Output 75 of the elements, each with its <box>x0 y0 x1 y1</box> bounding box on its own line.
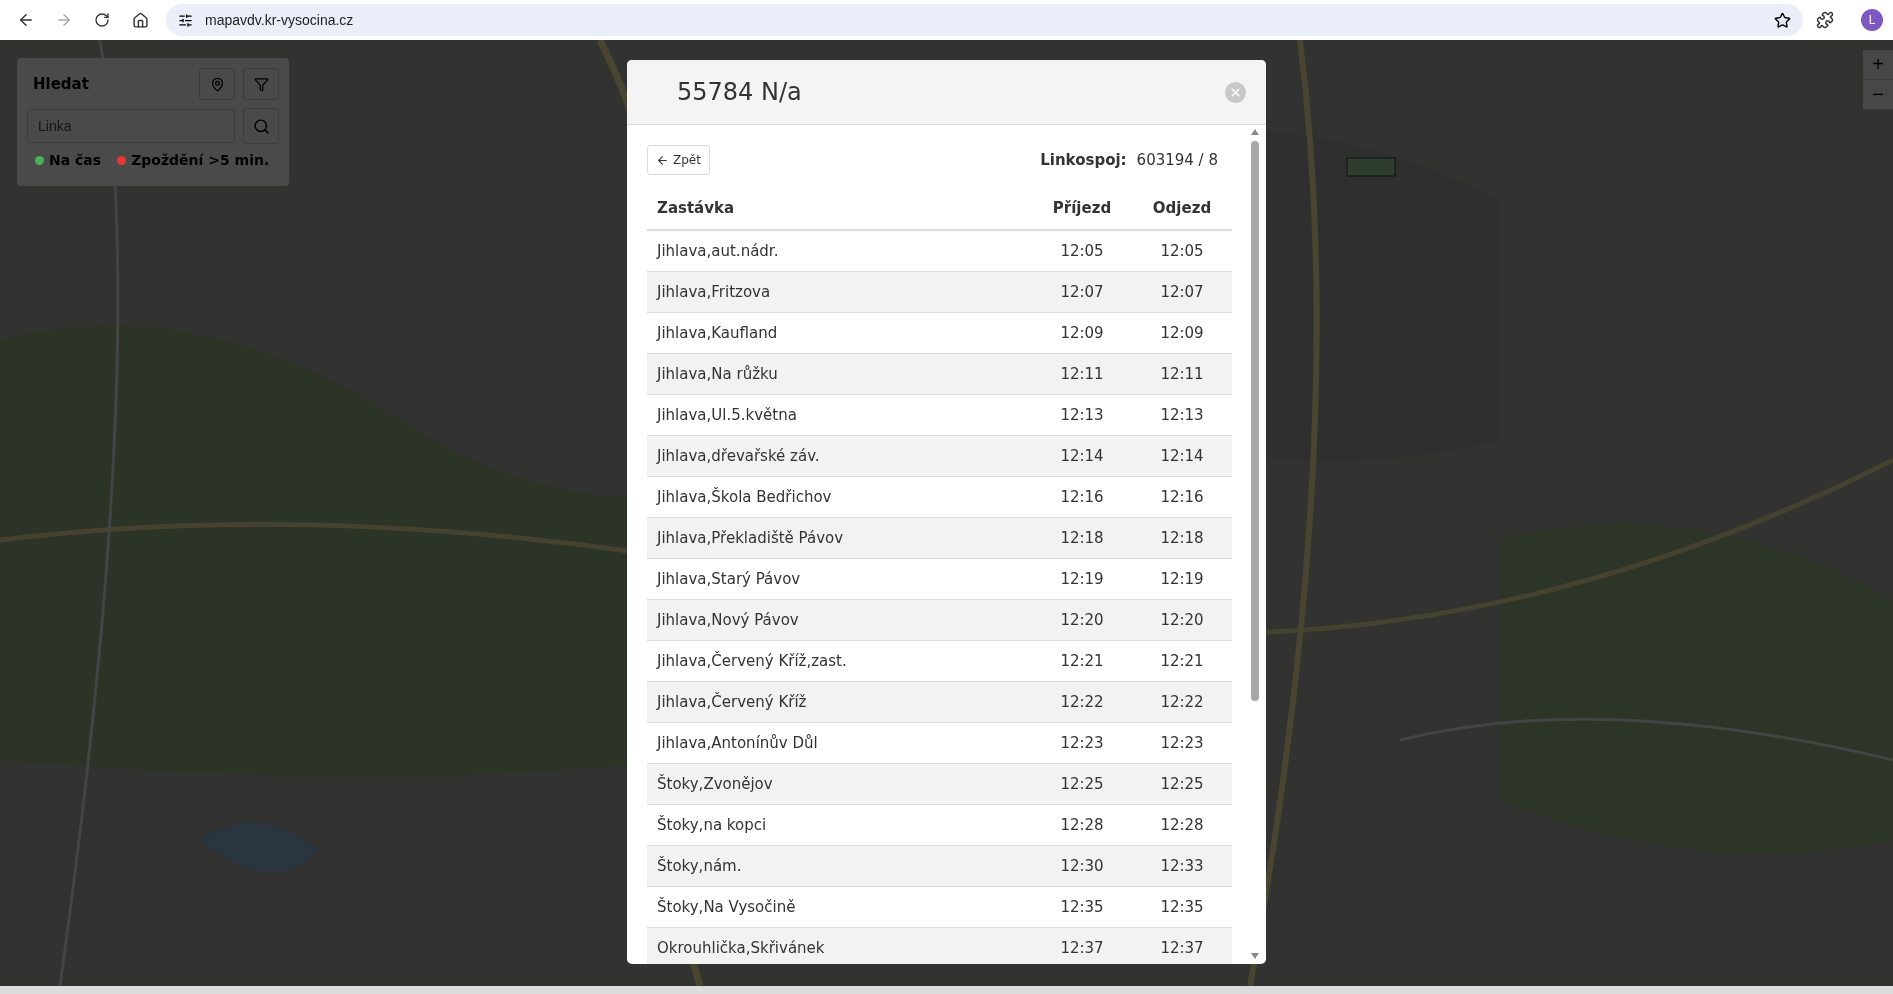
table-cell: 12:05 <box>1032 230 1132 272</box>
table-cell: 12:23 <box>1132 722 1232 764</box>
filter-icon <box>253 76 269 92</box>
back-button[interactable]: Zpět <box>647 145 710 175</box>
back-icon[interactable] <box>17 11 35 29</box>
trip-value: 603194 / 8 <box>1136 151 1218 169</box>
table-cell: 12:09 <box>1132 312 1232 354</box>
table-cell: 12:07 <box>1132 271 1232 313</box>
table-cell: 12:09 <box>1032 312 1132 354</box>
table-cell: 12:21 <box>1132 640 1232 682</box>
panel-title: Hledat <box>32 75 90 93</box>
table-cell: Jihlava,Kaufland <box>647 312 1032 354</box>
modal-title: 55784 N/a <box>677 78 803 106</box>
url-text: mapavdv.kr-vysocina.cz <box>205 12 354 28</box>
legend-label: Zpoždění >5 min. <box>131 152 270 168</box>
table-cell: 12:25 <box>1032 763 1132 805</box>
table-cell: Jihlava,Na růžku <box>647 353 1032 395</box>
table-cell: 12:21 <box>1032 640 1132 682</box>
table-cell: 12:37 <box>1032 927 1132 964</box>
table-cell: 12:28 <box>1132 804 1232 846</box>
table-cell: 12:13 <box>1032 394 1132 436</box>
table-cell: Štoky,na kopci <box>647 804 1032 846</box>
table-cell: 12:05 <box>1132 230 1232 272</box>
table-cell: 12:20 <box>1032 599 1132 641</box>
table-cell: Jihlava,Škola Bedřichov <box>647 476 1032 518</box>
table-cell: Jihlava,Starý Pávov <box>647 558 1032 600</box>
table-cell: 12:14 <box>1132 435 1232 477</box>
table-cell: 12:28 <box>1032 804 1132 846</box>
table-cell: 12:11 <box>1132 353 1232 395</box>
table-cell: Jihlava,Antonínův Důl <box>647 722 1032 764</box>
table-cell: 12:20 <box>1132 599 1232 641</box>
table-cell: 12:16 <box>1032 476 1132 518</box>
table-cell: 12:13 <box>1132 394 1232 436</box>
star-icon[interactable] <box>1774 11 1791 29</box>
table-cell: 12:18 <box>1132 517 1232 559</box>
table-cell: 12:23 <box>1032 722 1132 764</box>
extensions-icon[interactable] <box>1816 11 1834 29</box>
site-settings-icon[interactable] <box>178 12 193 28</box>
table-cell: Jihlava,Nový Pávov <box>647 599 1032 641</box>
table-cell: 12:11 <box>1032 353 1132 395</box>
table-cell: 12:16 <box>1132 476 1232 518</box>
table-cell: Jihlava,Překladiště Pávov <box>647 517 1032 559</box>
trip-label: Linkospoj: <box>1040 151 1127 169</box>
table-cell: 12:35 <box>1132 886 1232 928</box>
table-cell: Jihlava,aut.nádr. <box>647 230 1032 272</box>
table-cell: 12:22 <box>1032 681 1132 723</box>
table-cell: 12:25 <box>1132 763 1232 805</box>
table-cell: 12:37 <box>1132 927 1232 964</box>
table-cell: 12:33 <box>1132 845 1232 887</box>
address-bar[interactable]: mapavdv.kr-vysocina.cz <box>166 4 1803 36</box>
table-cell: 12:35 <box>1032 886 1132 928</box>
table-cell: Jihlava,Červený Kříž,zast. <box>647 640 1032 682</box>
table-cell: 12:18 <box>1032 517 1132 559</box>
table-cell: 12:30 <box>1032 845 1132 887</box>
table-cell: 12:22 <box>1132 681 1232 723</box>
table-cell: Jihlava,Červený Kříž <box>647 681 1032 723</box>
search-icon <box>252 117 270 135</box>
table-cell: Jihlava,Fritzova <box>647 271 1032 313</box>
table-cell: 12:19 <box>1032 558 1132 600</box>
table-cell: Štoky,Zvonějov <box>647 763 1032 805</box>
profile-avatar[interactable]: L <box>1861 9 1883 31</box>
table-cell: Okrouhlička,Skřivánek <box>647 927 1032 964</box>
arrow-left-icon <box>656 153 669 167</box>
home-icon[interactable] <box>131 11 149 29</box>
pin-icon <box>209 76 225 92</box>
table-cell: Štoky,nám. <box>647 845 1032 887</box>
table-cell: Štoky,Na Vysočině <box>647 886 1032 928</box>
table-cell: Jihlava,Ul.5.května <box>647 394 1032 436</box>
table-cell: Jihlava,dřevařské záv. <box>647 435 1032 477</box>
close-icon <box>1229 85 1242 99</box>
table-cell: 12:14 <box>1032 435 1132 477</box>
legend-label: Na čas <box>49 152 102 168</box>
reload-icon[interactable] <box>94 12 110 28</box>
table-cell: 12:07 <box>1032 271 1132 313</box>
table-cell: 12:19 <box>1132 558 1232 600</box>
